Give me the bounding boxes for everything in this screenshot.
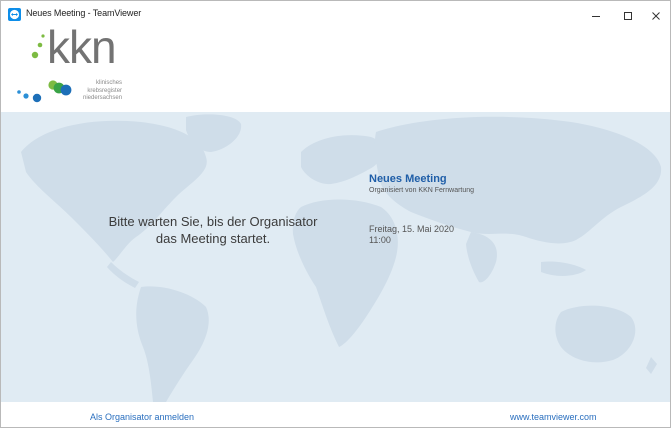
meeting-title: Neues Meeting [369,173,447,185]
logo-wordmark: kkn [47,21,117,73]
meeting-datetime: Freitag, 15. Mai 2020 11:00 [369,224,454,246]
maximize-icon [624,12,632,20]
footer-bar: Als Organisator anmelden www.teamviewer.… [1,402,670,427]
organizer-login-link[interactable]: Als Organisator anmelden [90,412,194,422]
window-title: Neues Meeting - TeamViewer [26,8,142,18]
logo-subtitle: klinisches krebsregister niedersachsen [83,80,123,101]
teamviewer-website-link[interactable]: www.teamviewer.com [510,412,597,422]
wait-message: Bitte warten Sie, bis der Organisator da… [93,213,333,247]
meeting-organizer: Organisiert von KKN Fernwartung [369,187,475,194]
world-map-background: Bitte warten Sie, bis der Organisator da… [1,112,670,402]
teamviewer-icon [8,8,21,21]
world-map-icon [21,114,662,402]
meeting-date: Freitag, 15. Mai 2020 [369,224,455,234]
minimize-button[interactable] [581,5,611,27]
minimize-icon [592,16,600,17]
kkn-logo: kkn klinisches krebsregister niedersachs… [15,22,165,110]
wait-message-line2: das Meeting startet. [155,231,271,246]
wait-message-line1: Bitte warten Sie, bis der Organisator [108,214,318,229]
close-button[interactable] [641,5,670,27]
maximize-button[interactable] [613,5,643,27]
meeting-time: 11:00 [369,235,391,245]
close-icon [652,12,660,20]
teamviewer-meeting-window: Neues Meeting - TeamViewer kkn klinische… [0,0,671,428]
